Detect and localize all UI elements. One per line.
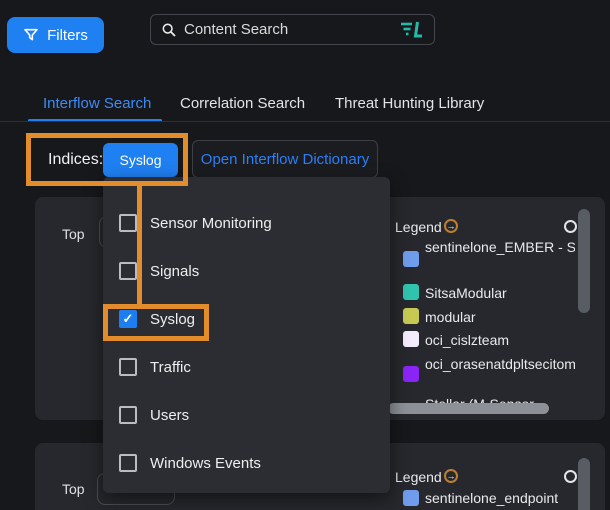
dropdown-item-label: Windows Events [150, 455, 261, 472]
checkbox-users[interactable] [119, 406, 137, 424]
tab-threat-hunting-library[interactable]: Threat Hunting Library [335, 95, 484, 112]
legend-circle-icon-2[interactable] [564, 470, 577, 483]
legend-scrollbar-1[interactable] [578, 209, 590, 313]
legend-item-label: oci_orasenatdpltsecitom [425, 356, 575, 372]
tab-interflow-search[interactable]: Interflow Search [43, 95, 151, 112]
indices-label: Indices: [48, 151, 103, 169]
dropdown-item-label: Signals [150, 263, 199, 280]
legend-goto-icon-1[interactable]: → [444, 219, 458, 233]
filters-button-label: Filters [47, 27, 88, 44]
horizontal-scrollbar[interactable] [388, 403, 549, 414]
search-icon [161, 22, 177, 38]
lucene-toggle-icon[interactable] [400, 21, 424, 38]
top-label-2: Top [62, 481, 85, 497]
legend-swatch [403, 366, 419, 382]
open-interflow-dictionary-button[interactable]: Open Interflow Dictionary [192, 140, 378, 178]
content-search-input[interactable] [184, 21, 393, 38]
legend-item-label: sentinelone_EMBER - S [425, 239, 575, 255]
legend-swatch [403, 490, 419, 506]
indices-dropdown-menu: Sensor Monitoring Signals Syslog Traffic… [103, 177, 390, 493]
legend-scrollbar-2[interactable] [578, 458, 590, 510]
legend-swatch [403, 251, 419, 267]
dropdown-item-traffic[interactable]: Traffic [119, 358, 191, 376]
dropdown-item-windows-events[interactable]: Windows Events [119, 454, 261, 472]
checkbox-traffic[interactable] [119, 358, 137, 376]
top-label-1: Top [62, 226, 85, 242]
legend-swatch [403, 284, 419, 300]
checkbox-windows-events[interactable] [119, 454, 137, 472]
dropdown-item-signals[interactable]: Signals [119, 262, 199, 280]
legend-item-label: oci_cislzteam [425, 332, 509, 348]
selected-index-button[interactable]: Syslog [103, 143, 178, 177]
legend-title-2: Legend [395, 469, 442, 485]
legend-title-1: Legend [395, 219, 442, 235]
legend-item-label: sentinelone_endpoint [425, 490, 558, 506]
dropdown-item-label: Sensor Monitoring [150, 215, 272, 232]
dropdown-item-label: Users [150, 407, 189, 424]
filter-funnel-icon [23, 27, 39, 43]
dropdown-item-sensor-monitoring[interactable]: Sensor Monitoring [119, 214, 272, 232]
tab-correlation-search[interactable]: Correlation Search [180, 95, 305, 112]
dropdown-item-label: Traffic [150, 359, 191, 376]
legend-swatch [403, 308, 419, 324]
checkbox-syslog[interactable] [119, 310, 137, 328]
tabs-divider [0, 121, 610, 122]
checkbox-sensor-monitoring[interactable] [119, 214, 137, 232]
legend-swatch [403, 331, 419, 347]
legend-item-label: SitsaModular [425, 285, 507, 301]
filters-button[interactable]: Filters [7, 17, 104, 53]
dropdown-item-users[interactable]: Users [119, 406, 189, 424]
dropdown-item-label: Syslog [150, 311, 195, 328]
legend-item-label: modular [425, 309, 476, 325]
legend-goto-icon-2[interactable]: → [444, 469, 458, 483]
content-search-box[interactable] [150, 14, 435, 45]
dropdown-item-syslog[interactable]: Syslog [119, 310, 195, 328]
checkbox-signals[interactable] [119, 262, 137, 280]
open-interflow-dictionary-label: Open Interflow Dictionary [201, 151, 369, 168]
legend-circle-icon-1[interactable] [564, 220, 577, 233]
